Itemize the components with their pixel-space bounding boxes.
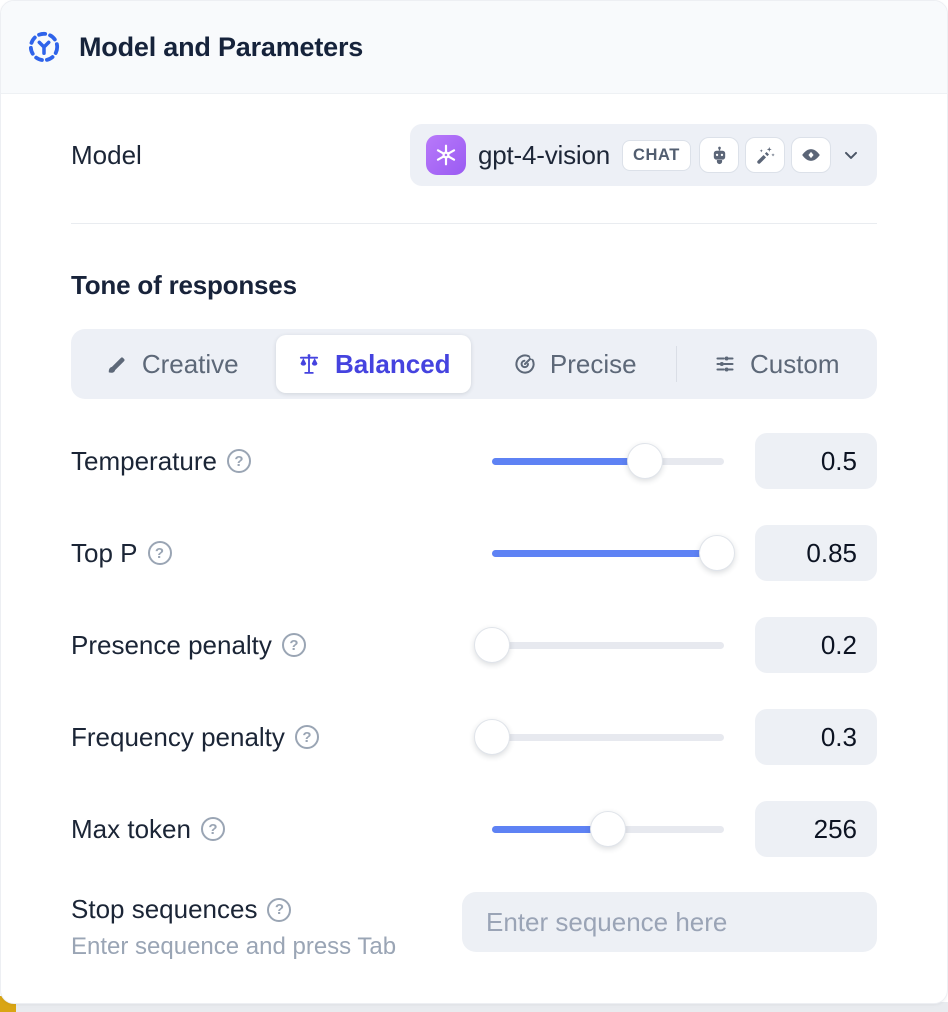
help-icon[interactable]: ? <box>295 725 319 749</box>
parameter-label-group: Max token ? <box>71 814 492 845</box>
vision-eye-icon <box>791 137 831 173</box>
model-hub-icon <box>27 30 61 64</box>
slider-thumb[interactable] <box>590 811 626 847</box>
presence-penalty-slider[interactable] <box>492 627 724 663</box>
model-name: gpt-4-vision <box>478 140 610 171</box>
temperature-slider[interactable] <box>492 443 724 479</box>
model-type-badge: CHAT <box>622 140 691 171</box>
panel-title: Model and Parameters <box>79 32 363 63</box>
model-parameters-panel: Model and Parameters Model <box>0 0 948 1004</box>
help-icon[interactable]: ? <box>267 898 291 922</box>
magic-wand-icon <box>745 137 785 173</box>
parameter-label: Top P <box>71 538 138 569</box>
help-icon[interactable]: ? <box>227 449 251 473</box>
slider-thumb[interactable] <box>474 627 510 663</box>
temperature-row: Temperature ? 0.5 <box>71 433 877 489</box>
parameter-label-group: Temperature ? <box>71 446 492 477</box>
model-select[interactable]: gpt-4-vision CHAT <box>410 124 877 186</box>
max-token-slider[interactable] <box>492 811 724 847</box>
section-divider <box>71 223 877 224</box>
balance-scale-icon <box>296 351 322 377</box>
parameter-label-group: Frequency penalty ? <box>71 722 492 753</box>
slider-track <box>492 734 724 741</box>
slider-thumb[interactable] <box>474 719 510 755</box>
stop-sequences-labels: Stop sequences ? Enter sequence and pres… <box>71 892 462 961</box>
help-icon[interactable]: ? <box>148 541 172 565</box>
parameter-label-group: Presence penalty ? <box>71 630 492 661</box>
robot-icon <box>699 137 739 173</box>
openai-logo-icon <box>426 135 466 175</box>
panel-header: Model and Parameters <box>1 1 947 94</box>
parameter-label: Temperature <box>71 446 217 477</box>
presence-penalty-row: Presence penalty ? 0.2 <box>71 617 877 673</box>
tab-label: Custom <box>750 349 840 380</box>
slider-track <box>492 642 724 649</box>
frequency-penalty-row: Frequency penalty ? 0.3 <box>71 709 877 765</box>
max-token-value: 256 <box>755 801 877 857</box>
slider-thumb[interactable] <box>699 535 735 571</box>
stop-sequences-row: Stop sequences ? Enter sequence and pres… <box>71 892 877 961</box>
segment-divider <box>676 346 678 382</box>
parameter-label: Presence penalty <box>71 630 272 661</box>
max-token-row: Max token ? 256 <box>71 801 877 857</box>
paintbrush-icon <box>105 352 129 376</box>
frequency-penalty-slider[interactable] <box>492 719 724 755</box>
chevron-down-icon[interactable] <box>841 145 861 165</box>
parameter-label-group: Top P ? <box>71 538 492 569</box>
tab-label: Balanced <box>335 349 451 380</box>
tab-custom[interactable]: Custom <box>679 335 875 393</box>
stop-sequences-label: Stop sequences <box>71 894 257 925</box>
parameter-label: Frequency penalty <box>71 722 285 753</box>
slider-thumb[interactable] <box>627 443 663 479</box>
top-p-row: Top P ? 0.85 <box>71 525 877 581</box>
slider-fill <box>492 458 645 465</box>
model-row: Model <box>71 124 877 186</box>
presence-penalty-value: 0.2 <box>755 617 877 673</box>
frequency-penalty-value: 0.3 <box>755 709 877 765</box>
model-label: Model <box>71 140 142 171</box>
parameter-label: Max token <box>71 814 191 845</box>
top-p-value: 0.85 <box>755 525 877 581</box>
top-p-slider[interactable] <box>492 535 724 571</box>
tab-label: Precise <box>550 349 637 380</box>
tab-label: Creative <box>142 349 239 380</box>
slider-fill <box>492 550 717 557</box>
stop-sequence-input[interactable] <box>462 892 877 952</box>
temperature-value: 0.5 <box>755 433 877 489</box>
tab-balanced[interactable]: Balanced <box>276 335 472 393</box>
target-arrow-icon <box>513 352 537 376</box>
tone-segmented-control: Creative Balanced <box>71 329 877 399</box>
stop-sequences-hint: Enter sequence and press Tab <box>71 933 462 961</box>
help-icon[interactable]: ? <box>282 633 306 657</box>
tab-creative[interactable]: Creative <box>74 335 270 393</box>
tab-precise[interactable]: Precise <box>477 335 673 393</box>
help-icon[interactable]: ? <box>201 817 225 841</box>
sliders-icon <box>713 352 737 376</box>
tone-section-title: Tone of responses <box>71 270 877 301</box>
